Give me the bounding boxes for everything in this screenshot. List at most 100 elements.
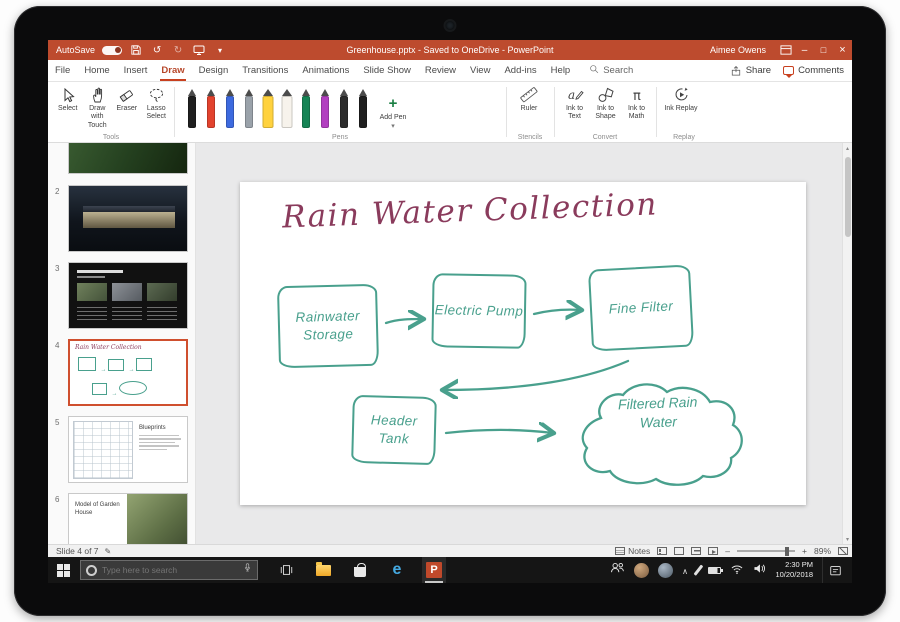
ink-to-math-button[interactable]: π Ink to Math xyxy=(622,85,651,122)
vertical-scrollbar[interactable] xyxy=(842,143,852,544)
select-tool-button[interactable]: Select xyxy=(54,85,82,130)
undo-icon[interactable] xyxy=(150,43,164,57)
present-icon[interactable] xyxy=(192,43,206,57)
ink-replay-icon xyxy=(673,85,690,104)
slide-thumbnail-4-selected[interactable]: Rain Water Collection → → → xyxy=(68,339,188,406)
svg-text:π: π xyxy=(633,89,641,103)
edge-browser-button[interactable] xyxy=(385,557,409,583)
start-button[interactable] xyxy=(48,557,78,583)
mini-diagram: → → xyxy=(78,357,152,376)
zoom-slider[interactable] xyxy=(737,550,795,552)
tab-add-ins[interactable]: Add-ins xyxy=(497,60,543,81)
redo-icon[interactable] xyxy=(171,43,185,57)
slide-thumbnail-2[interactable] xyxy=(68,185,188,252)
tab-review[interactable]: Review xyxy=(418,60,463,81)
slide-canvas[interactable]: Rain Water Collection Rainwa xyxy=(240,182,806,505)
ink-replay-button[interactable]: Ink Replay xyxy=(662,85,700,113)
svg-text:a: a xyxy=(568,88,575,102)
action-center-button[interactable] xyxy=(822,557,848,583)
scroll-up-arrow-icon[interactable] xyxy=(843,143,852,153)
ruler-label: Ruler xyxy=(521,105,538,113)
pen-green[interactable] xyxy=(300,89,312,130)
user-name[interactable]: Aimee Owens xyxy=(710,45,766,55)
maximize-button[interactable] xyxy=(814,40,833,60)
pen-galaxy[interactable] xyxy=(357,89,369,130)
comments-button[interactable]: Comments xyxy=(783,65,844,76)
tab-slide-show[interactable]: Slide Show xyxy=(356,60,418,81)
tab-draw[interactable]: Draw xyxy=(154,60,191,81)
thumbnail-caption: Model of Garden House xyxy=(75,502,123,518)
eraser-button[interactable]: Eraser xyxy=(113,85,141,130)
scroll-down-arrow-icon[interactable] xyxy=(843,534,852,544)
surface-pen-icon[interactable] xyxy=(694,565,703,576)
wifi-icon[interactable] xyxy=(730,561,744,579)
tab-help[interactable]: Help xyxy=(544,60,578,81)
contact-avatar[interactable] xyxy=(634,563,649,578)
pen-blue[interactable] xyxy=(224,89,236,130)
slide-thumbnail-6[interactable]: Model of Garden House xyxy=(68,493,188,544)
people-icon[interactable] xyxy=(610,561,625,579)
tab-animations[interactable]: Animations xyxy=(295,60,356,81)
ruler-button[interactable]: Ruler xyxy=(512,85,546,113)
notes-button[interactable]: Notes xyxy=(615,546,650,556)
add-pen-button[interactable]: Add Pen xyxy=(376,94,410,130)
clock[interactable]: 2:30 PM 10/20/2018 xyxy=(775,560,813,580)
tab-view[interactable]: View xyxy=(463,60,497,81)
slide-thumbnail-1[interactable] xyxy=(68,143,188,174)
minimize-button[interactable] xyxy=(795,40,814,60)
pen-purple[interactable] xyxy=(319,89,331,130)
contact-avatar[interactable] xyxy=(658,563,673,578)
diagram-node-electric-pump[interactable]: Electric Pump xyxy=(431,273,526,349)
zoom-slider-thumb[interactable] xyxy=(785,547,789,556)
zoom-percentage[interactable]: 89% xyxy=(814,546,831,556)
hidden-icons-chevron-icon[interactable] xyxy=(682,561,688,579)
taskbar-search-box[interactable] xyxy=(80,560,258,580)
tab-file[interactable]: File xyxy=(48,60,77,81)
highlighter-yellow[interactable] xyxy=(262,89,274,130)
fit-slide-to-window-icon[interactable] xyxy=(838,547,848,555)
ribbon-display-options-icon[interactable] xyxy=(776,40,795,60)
battery-icon[interactable] xyxy=(708,567,721,574)
microphone-icon[interactable] xyxy=(243,561,252,579)
slideshow-view-icon[interactable] xyxy=(708,547,718,555)
slide-thumbnail-5[interactable]: Blueprints xyxy=(68,416,188,483)
tab-design[interactable]: Design xyxy=(192,60,236,81)
front-camera xyxy=(446,21,455,30)
highlighter-white[interactable] xyxy=(281,89,293,130)
task-view-button[interactable] xyxy=(274,557,298,583)
zoom-in-button[interactable] xyxy=(802,546,807,556)
ink-to-shape-button[interactable]: Ink to Shape xyxy=(591,85,620,122)
diagram-node-header-tank[interactable]: Header Tank xyxy=(351,395,437,465)
powerpoint-taskbar-button[interactable] xyxy=(422,557,446,583)
slide-editor-area[interactable]: Rain Water Collection Rainwa xyxy=(196,143,842,544)
zoom-out-button[interactable] xyxy=(725,546,730,556)
tell-me-search[interactable]: Search xyxy=(589,64,633,77)
pen-silver[interactable] xyxy=(243,89,255,130)
pencil-graphite[interactable] xyxy=(338,89,350,130)
diagram-node-filtered-rain-water[interactable]: Filtered Rain Water xyxy=(601,392,714,434)
tab-insert[interactable]: Insert xyxy=(117,60,155,81)
share-button[interactable]: Share xyxy=(730,65,771,77)
customize-toolbar-caret-icon[interactable] xyxy=(213,43,227,57)
lasso-select-button[interactable]: Lasso Select xyxy=(143,85,171,130)
scrollbar-thumb[interactable] xyxy=(845,157,851,237)
diagram-node-fine-filter[interactable]: Fine Filter xyxy=(588,264,694,351)
normal-view-icon[interactable] xyxy=(657,547,667,555)
reading-view-icon[interactable] xyxy=(691,547,701,555)
pen-red[interactable] xyxy=(205,89,217,130)
taskbar-search-input[interactable] xyxy=(102,565,238,575)
tab-transitions[interactable]: Transitions xyxy=(235,60,295,81)
tab-home[interactable]: Home xyxy=(77,60,116,81)
volume-icon[interactable] xyxy=(753,561,766,579)
draw-with-touch-button[interactable]: Draw with Touch xyxy=(84,85,112,130)
close-button[interactable] xyxy=(833,40,852,60)
file-explorer-button[interactable] xyxy=(311,557,335,583)
slide-thumbnail-3[interactable] xyxy=(68,262,188,329)
microsoft-store-button[interactable] xyxy=(348,557,372,583)
diagram-node-rainwater-storage[interactable]: Rainwater Storage xyxy=(277,284,379,369)
autosave-toggle[interactable] xyxy=(102,46,122,55)
pen-black[interactable] xyxy=(186,89,198,130)
ink-to-text-button[interactable]: a Ink to Text xyxy=(560,85,589,122)
slide-sorter-view-icon[interactable] xyxy=(674,547,684,555)
save-icon[interactable] xyxy=(129,43,143,57)
